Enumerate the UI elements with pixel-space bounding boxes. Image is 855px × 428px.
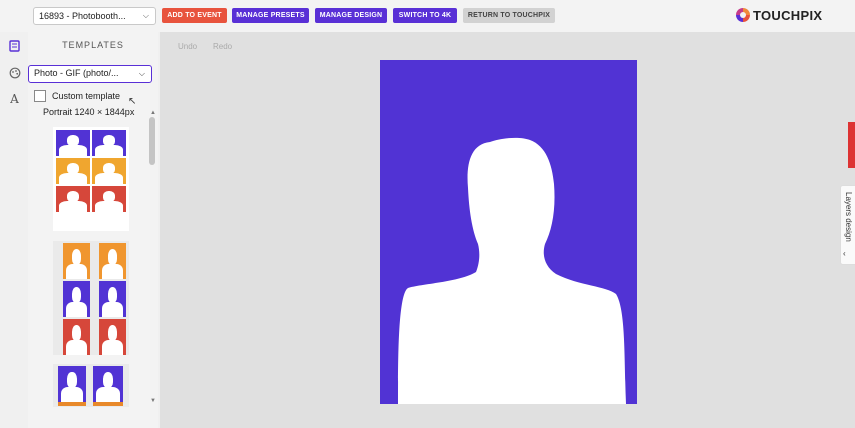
sidebar-title: TEMPLATES xyxy=(62,40,124,50)
text-icon[interactable]: A xyxy=(8,93,21,106)
template-icon[interactable] xyxy=(8,40,21,53)
custom-template-row[interactable]: Custom template xyxy=(34,89,120,102)
chevron-left-icon[interactable]: ‹ xyxy=(843,249,846,258)
template-type-value: Photo - GIF (photo/... xyxy=(34,68,119,78)
manage-presets-button[interactable]: MANAGE PRESETS xyxy=(232,8,309,23)
event-select[interactable]: 16893 - Photobooth... ⌵ xyxy=(33,7,156,25)
template-type-select[interactable]: Photo - GIF (photo/... ⌵ xyxy=(28,65,152,83)
scroll-up-icon[interactable]: ▲ xyxy=(150,110,156,116)
templates-sidebar: TEMPLATES Photo - GIF (photo/... ⌵ Custo… xyxy=(28,32,158,428)
streamlabs-tab[interactable] xyxy=(848,122,855,168)
scroll-down-icon[interactable]: ▼ xyxy=(150,398,156,404)
chevron-down-icon: ⌵ xyxy=(142,11,149,20)
switch-to-4k-button[interactable]: SWITCH TO 4K xyxy=(393,8,457,23)
manage-design-button[interactable]: MANAGE DESIGN xyxy=(315,8,387,23)
return-to-touchpix-button[interactable]: RETURN TO TOUCHPIX xyxy=(463,8,555,23)
template-thumbnail[interactable] xyxy=(53,127,129,231)
event-select-value: 16893 - Photobooth... xyxy=(39,11,126,21)
touchpix-logo: TOUCHPIX xyxy=(736,6,822,24)
template-thumbnail[interactable] xyxy=(53,241,129,355)
person-silhouette xyxy=(398,137,626,404)
template-thumbnail[interactable] xyxy=(53,364,129,407)
palette-icon[interactable] xyxy=(8,67,21,80)
template-list xyxy=(28,117,158,407)
chevron-down-icon: ⌵ xyxy=(138,69,145,78)
logo-text: TOUCHPIX xyxy=(753,7,823,23)
top-bar: 16893 - Photobooth... ⌵ ADD TO EVENT MAN… xyxy=(0,0,855,32)
custom-template-label: Custom template xyxy=(52,90,121,101)
add-to-event-button[interactable]: ADD TO EVENT xyxy=(162,8,227,23)
design-canvas[interactable] xyxy=(380,60,637,404)
custom-template-checkbox[interactable] xyxy=(34,89,46,102)
sidebar-scrollbar[interactable] xyxy=(149,117,155,165)
layers-design-label: Layers design xyxy=(844,192,853,242)
undo-button[interactable]: Undo xyxy=(178,42,197,51)
design-canvas-area: Undo Redo xyxy=(160,32,855,428)
template-size-label: Portrait 1240 × 1844px xyxy=(43,107,135,117)
redo-button[interactable]: Redo xyxy=(213,42,232,51)
touchpix-logo-icon xyxy=(736,8,750,22)
cursor-icon: ↖ xyxy=(128,96,137,107)
